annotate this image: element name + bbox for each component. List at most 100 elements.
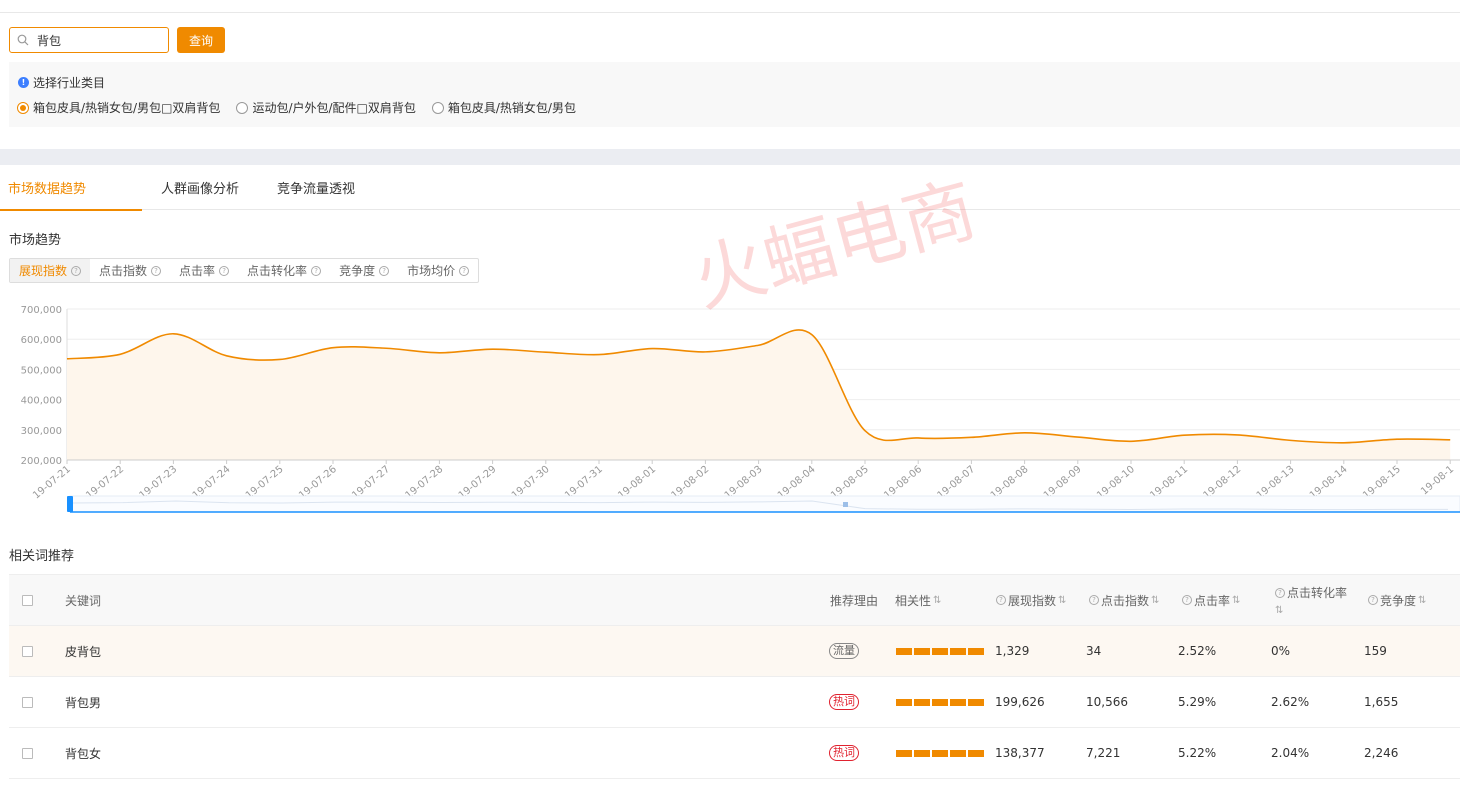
relevance-bar xyxy=(914,647,930,655)
industry-title-text: 选择行业类目 xyxy=(33,76,106,90)
related-title: 相关词推荐 xyxy=(9,549,75,564)
keyword-cell[interactable]: 背包男 xyxy=(65,677,101,727)
industry-option-0[interactable]: 箱包皮具/热销女包/男包□双肩背包 xyxy=(17,99,220,116)
relevance-bar xyxy=(968,698,984,706)
header-relevance[interactable]: 相关性 ⇅ xyxy=(895,575,941,625)
help-icon: ? xyxy=(1089,595,1099,605)
query-button[interactable]: 查询 xyxy=(177,27,225,53)
top-divider xyxy=(0,12,1460,13)
table-row[interactable]: 背包男 热词 199,626 10,566 5.29% 2.62% 1,655 xyxy=(9,677,1460,728)
metric-tab-0[interactable]: 展现指数? xyxy=(10,259,91,282)
relevance-bar xyxy=(896,698,912,706)
metric-tab-1[interactable]: 点击指数? xyxy=(90,259,170,282)
help-icon: ? xyxy=(71,265,82,276)
metric-tab-label: 点击转化率 xyxy=(247,264,308,278)
relevance-bar xyxy=(914,698,930,706)
ctr-cell: 5.29% xyxy=(1178,695,1217,709)
header-competition[interactable]: ? 竞争度 ⇅ xyxy=(1368,575,1426,625)
y-tick-label: 400,000 xyxy=(21,396,62,407)
relevance-bar xyxy=(896,647,912,655)
ctr-cell: 2.52% xyxy=(1178,644,1217,658)
relevance-bar xyxy=(896,749,912,757)
y-tick-label: 500,000 xyxy=(21,365,62,376)
industry-option-label: 运动包/户外包/配件□双肩背包 xyxy=(252,101,416,115)
metric-tab-4[interactable]: 竞争度? xyxy=(330,259,398,282)
help-icon: ? xyxy=(1275,587,1285,598)
impressions-cell: 1,329 xyxy=(995,644,1030,658)
header-relevance-label: 相关性 xyxy=(895,593,932,608)
relevance-bar xyxy=(968,749,984,757)
industry-options: 箱包皮具/热销女包/男包□双肩背包 运动包/户外包/配件□双肩背包 箱包皮具/热销女… xyxy=(17,99,592,116)
header-ctr-label: 点击率 xyxy=(1194,593,1231,608)
header-ctr[interactable]: ? 点击率 ⇅ xyxy=(1182,575,1240,625)
relevance-bars xyxy=(896,728,986,778)
main-tabs: 市场数据趋势 人群画像分析 竞争流量透视 xyxy=(0,165,1460,211)
ctr-cell: 5.22% xyxy=(1178,746,1217,760)
keyword-cell[interactable]: 皮背包 xyxy=(65,626,101,676)
conversion-cell: 0% xyxy=(1271,644,1291,658)
impressions-cell: 138,377 xyxy=(995,746,1045,760)
industry-option-2[interactable]: 箱包皮具/热销女包/男包 xyxy=(431,99,576,116)
relevance-bar xyxy=(932,698,948,706)
header-conversion-label: 点击转化率 xyxy=(1287,586,1348,600)
tab-2[interactable]: 竞争流量透视 xyxy=(258,165,374,210)
help-icon: ? xyxy=(219,265,230,276)
radio-button[interactable] xyxy=(236,101,249,114)
competition-cell: 2,246 xyxy=(1364,746,1399,760)
industry-panel: ! 选择行业类目 箱包皮具/热销女包/男包□双肩背包 运动包/户外包/配件□双肩背… xyxy=(9,62,1460,127)
conversion-cell: 2.04% xyxy=(1271,746,1310,760)
industry-title: ! 选择行业类目 xyxy=(18,74,105,91)
y-tick-label: 300,000 xyxy=(21,426,62,437)
sort-icon: ⇅ xyxy=(1058,594,1067,606)
reason-badge: 热词 xyxy=(829,745,859,761)
impressions-cell: 199,626 xyxy=(995,695,1045,709)
relevance-bar xyxy=(968,647,984,655)
search-row: 查询 xyxy=(9,27,225,53)
table-row[interactable]: 背包女 热词 138,377 7,221 5.22% 2.04% 2,246 xyxy=(9,728,1460,779)
sort-icon: ⇅ xyxy=(1418,594,1427,606)
metric-tab-label: 点击指数 xyxy=(99,264,148,278)
clicks-cell: 34 xyxy=(1086,644,1102,658)
metric-tab-label: 竞争度 xyxy=(339,264,376,278)
search-input[interactable] xyxy=(37,33,157,47)
reason-badge: 流量 xyxy=(829,643,859,659)
header-clicks-label: 点击指数 xyxy=(1101,593,1150,608)
reason-cell: 热词 xyxy=(829,728,859,778)
metric-tab-2[interactable]: 点击率? xyxy=(170,259,238,282)
relevance-bar xyxy=(914,749,930,757)
reason-badge: 热词 xyxy=(829,694,859,710)
radio-button[interactable] xyxy=(17,101,29,114)
header-impressions-label: 展现指数 xyxy=(1008,593,1057,608)
clicks-cell: 7,221 xyxy=(1086,746,1121,760)
help-icon: ? xyxy=(996,595,1006,605)
trend-title: 市场趋势 xyxy=(9,233,62,248)
help-icon: ? xyxy=(1182,595,1192,605)
row-checkbox[interactable] xyxy=(22,626,33,676)
industry-option-1[interactable]: 运动包/户外包/配件□双肩背包 xyxy=(236,99,416,116)
table-row[interactable]: 皮背包 流量 1,329 34 2.52% 0% 159 xyxy=(9,626,1460,677)
x-tick-label: 19-07-21 xyxy=(31,464,73,502)
help-icon: ? xyxy=(1368,595,1378,605)
related-keywords-table: 关键词 推荐理由 相关性 ⇅ ? 展现指数 ⇅ ? 点击指数 ⇅ ? 点击率 ⇅ ? 点击转化率… xyxy=(9,574,1460,779)
help-icon: ? xyxy=(151,265,162,276)
row-checkbox[interactable] xyxy=(22,728,33,778)
metric-tab-3[interactable]: 点击转化率? xyxy=(238,259,330,282)
tab-0[interactable]: 市场数据趋势 xyxy=(0,165,143,211)
header-impressions[interactable]: ? 展现指数 ⇅ xyxy=(996,575,1066,625)
row-checkbox[interactable] xyxy=(22,677,33,727)
select-all-checkbox[interactable] xyxy=(22,575,33,625)
metric-tab-5[interactable]: 市场均价? xyxy=(398,259,478,282)
header-keyword: 关键词 xyxy=(65,593,102,608)
tab-1[interactable]: 人群画像分析 xyxy=(142,165,258,210)
radio-button[interactable] xyxy=(431,101,444,114)
header-clicks[interactable]: ? 点击指数 ⇅ xyxy=(1089,575,1159,625)
search-box[interactable] xyxy=(9,27,169,53)
header-conversion[interactable]: ? 点击转化率 ⇅ xyxy=(1275,575,1347,625)
metric-tab-label: 展现指数 xyxy=(19,264,68,278)
relevance-bar xyxy=(950,647,966,655)
help-icon: ? xyxy=(379,265,390,276)
section-divider xyxy=(0,149,1460,165)
keyword-cell[interactable]: 背包女 xyxy=(65,728,101,778)
sort-icon: ⇅ xyxy=(1275,605,1284,616)
y-tick-label: 700,000 xyxy=(21,305,62,316)
